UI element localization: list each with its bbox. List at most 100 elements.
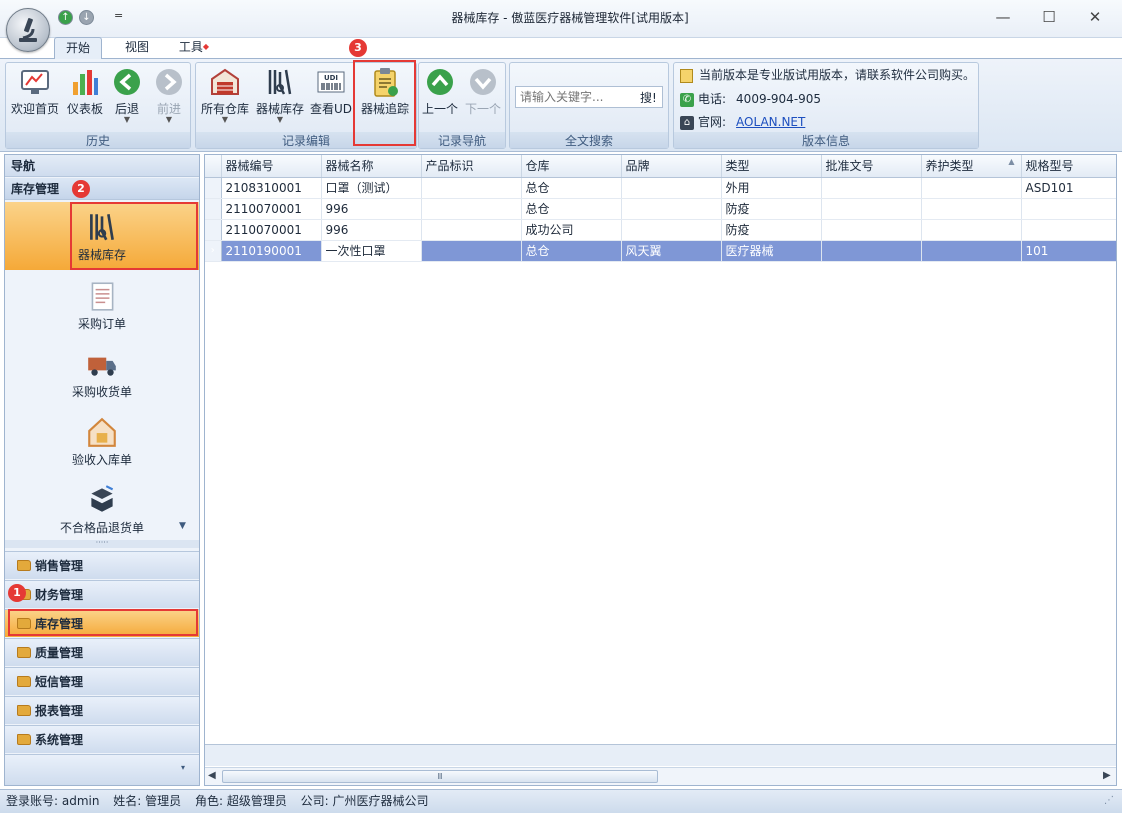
table-row[interactable]: 2108310001 口罩（测试） 总仓 外用 ASD101	[205, 177, 1116, 199]
nav-category-sms[interactable]: 短信管理	[5, 667, 199, 695]
undo-quick-icon[interactable]: ↓	[79, 10, 94, 25]
cell[interactable]: 2110070001	[221, 198, 322, 220]
cell-focused[interactable]: 一次性口罩	[321, 240, 422, 262]
cell[interactable]	[821, 198, 922, 220]
nav-category-quality[interactable]: 质量管理	[5, 638, 199, 666]
col-header-warehouse[interactable]: 仓库	[521, 155, 622, 178]
cell[interactable]	[421, 219, 522, 241]
col-header-type[interactable]: 类型	[721, 155, 822, 178]
col-header-spec-model[interactable]: 规格型号	[1021, 155, 1116, 178]
cell[interactable]: 总仓	[521, 240, 622, 262]
nav-splitter[interactable]: ·····	[5, 539, 199, 548]
cell[interactable]	[821, 240, 922, 262]
cell[interactable]	[921, 177, 1022, 199]
cell[interactable]: 口罩（测试）	[321, 177, 422, 199]
prev-record-button[interactable]: 上一个	[420, 66, 460, 122]
cell[interactable]: 风天翼	[621, 240, 722, 262]
cell[interactable]	[421, 177, 522, 199]
maximize-button[interactable]: ☐	[1034, 6, 1064, 28]
forward-dropdown-icon[interactable]: ▼	[150, 116, 188, 124]
bar-chart-icon	[73, 70, 98, 95]
all-warehouses-dropdown-icon[interactable]: ▼	[199, 116, 251, 124]
search-button[interactable]: 搜!	[640, 89, 657, 106]
col-header-product-id[interactable]: 产品标识	[421, 155, 522, 178]
cell[interactable]: 成功公司	[521, 219, 622, 241]
cell[interactable]	[1021, 219, 1116, 241]
cell[interactable]: 2108310001	[221, 177, 322, 199]
nav-category-sales[interactable]: 销售管理	[5, 551, 199, 579]
col-header-approval-no[interactable]: 批准文号	[821, 155, 922, 178]
cell[interactable]: 总仓	[521, 177, 622, 199]
row-selector[interactable]	[205, 198, 222, 220]
cell[interactable]	[421, 198, 522, 220]
cell[interactable]: 2110070001	[221, 219, 322, 241]
cell[interactable]	[821, 219, 922, 241]
col-header-device-no[interactable]: 器械编号	[221, 155, 322, 178]
horizontal-scrollbar[interactable]: ◀ Ⅲ ▶	[205, 767, 1116, 785]
col-header-device-name[interactable]: 器械名称	[321, 155, 422, 178]
save-quick-icon[interactable]: ↑	[58, 10, 73, 25]
header-row-selector[interactable]	[205, 155, 222, 178]
welcome-button[interactable]: 欢迎首页	[8, 66, 62, 122]
nav-scroll-down-icon[interactable]: ▼	[179, 521, 186, 531]
nav-category-reports[interactable]: 报表管理	[5, 696, 199, 724]
table-row[interactable]: 2110070001 996 成功公司 防疫	[205, 219, 1116, 241]
close-button[interactable]: ✕	[1080, 6, 1110, 28]
nav-category-finance[interactable]: 财务管理	[5, 580, 199, 608]
cell[interactable]: 防疫	[721, 219, 822, 241]
scroll-thumb[interactable]: Ⅲ	[222, 770, 658, 783]
table-row-selected[interactable]: › 2110190001 一次性口罩 总仓 风天翼 医疗器械 101	[205, 240, 1116, 262]
cell[interactable]: 101	[1021, 240, 1116, 262]
col-header-maintenance-type[interactable]: 养护类型 ▲	[921, 155, 1022, 178]
website-link[interactable]: AOLAN.NET	[736, 115, 805, 129]
col-header-brand[interactable]: 品牌	[621, 155, 722, 178]
cell[interactable]	[421, 240, 522, 262]
row-selector[interactable]: ›	[205, 240, 222, 262]
scroll-right-icon[interactable]: ▶	[1103, 770, 1111, 781]
tab-tools[interactable]: 工具◆	[170, 37, 218, 59]
cell[interactable]	[821, 177, 922, 199]
nav-item-purchase-order[interactable]: 采购订单	[5, 279, 199, 332]
nav-category-system[interactable]: 系统管理	[5, 725, 199, 753]
nav-overflow-chevron-icon[interactable]: ▾	[181, 763, 185, 772]
row-selector[interactable]	[205, 177, 222, 199]
cell[interactable]: 防疫	[721, 198, 822, 220]
cell[interactable]	[621, 198, 722, 220]
cell[interactable]	[621, 219, 722, 241]
cell[interactable]: 医疗器械	[721, 240, 822, 262]
resize-grip-icon[interactable]: ⋰	[1104, 790, 1114, 812]
customize-quick-access-icon[interactable]: =	[114, 9, 123, 22]
scroll-left-icon[interactable]: ◀	[208, 770, 216, 781]
dashboard-button[interactable]: 仪表板	[64, 66, 106, 122]
cell[interactable]: 996	[321, 219, 422, 241]
udi-icon-text: UDI	[324, 74, 338, 82]
cell[interactable]: 总仓	[521, 198, 622, 220]
nav-item-inspection-inbound[interactable]: 验收入库单	[5, 415, 199, 468]
cell[interactable]: 外用	[721, 177, 822, 199]
cell[interactable]	[921, 198, 1022, 220]
cell[interactable]	[921, 219, 1022, 241]
minimize-button[interactable]: —	[988, 6, 1018, 28]
back-dropdown-icon[interactable]: ▼	[108, 116, 146, 124]
cell[interactable]: ASD101	[1021, 177, 1116, 199]
view-udi-button[interactable]: UDI 查看UD	[308, 66, 354, 122]
tab-view[interactable]: 视图	[115, 37, 159, 59]
next-record-button[interactable]: 下一个	[463, 66, 503, 122]
nav-item-nonconforming-return[interactable]: 不合格品退货单	[5, 483, 199, 536]
all-warehouses-button[interactable]: 所有仓库 ▼	[199, 66, 251, 124]
device-stock-ribbon-button[interactable]: 器械库存 ▼	[254, 66, 306, 124]
table-row[interactable]: 2110070001 996 总仓 防疫	[205, 198, 1116, 220]
back-button[interactable]: 后退 ▼	[108, 66, 146, 124]
cell[interactable]	[621, 177, 722, 199]
nav-item-purchase-receipt[interactable]: 采购收货单	[5, 347, 199, 400]
cell[interactable]: 2110190001	[221, 240, 322, 262]
cell[interactable]: 996	[321, 198, 422, 220]
row-selector[interactable]	[205, 219, 222, 241]
cell[interactable]	[921, 240, 1022, 262]
forward-button[interactable]: 前进 ▼	[150, 66, 188, 124]
cell[interactable]	[1021, 198, 1116, 220]
forward-arrow-icon	[156, 69, 182, 95]
tab-start[interactable]: 开始	[54, 37, 102, 59]
app-menu-button[interactable]	[6, 8, 50, 52]
device-stock-dropdown-icon[interactable]: ▼	[254, 116, 306, 124]
